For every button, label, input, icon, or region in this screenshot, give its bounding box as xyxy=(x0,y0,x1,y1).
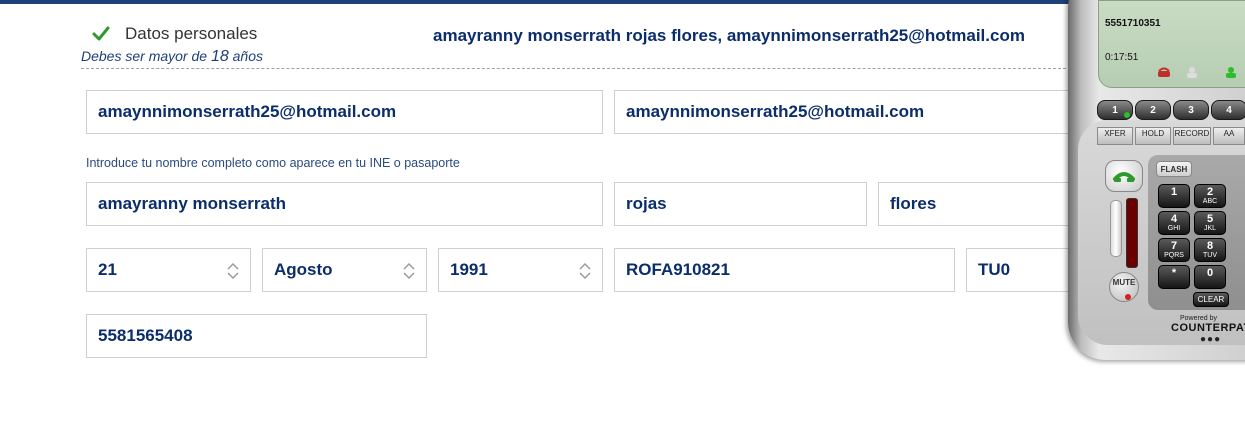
first-name-value: amayranny monserrath xyxy=(98,194,287,213)
line-button-label: 3 xyxy=(1188,104,1194,116)
top-bar xyxy=(0,0,1245,4)
section-header: Datos personales xyxy=(92,24,257,44)
select-arrows-icon xyxy=(403,262,415,280)
key-digit: 8 xyxy=(1206,240,1214,252)
select-arrows-icon xyxy=(227,262,239,280)
xfer-button[interactable]: XFER xyxy=(1097,127,1133,145)
softphone-number: 5551710351 xyxy=(1105,18,1161,29)
line-button-label: 1 xyxy=(1112,104,1118,116)
first-name-field[interactable]: amayranny monserrath xyxy=(86,182,603,226)
key-letters: TUV xyxy=(1203,252,1217,259)
birth-year-select[interactable]: 1991 xyxy=(438,248,603,292)
key-digit: 5 xyxy=(1206,213,1214,225)
homoclave-value: TU0 xyxy=(978,260,1011,279)
user-icon[interactable] xyxy=(1185,66,1199,78)
softphone-timer: 0:17:51 xyxy=(1105,52,1139,63)
key-letters: JKL xyxy=(1203,225,1217,232)
line-button-3[interactable]: 3 xyxy=(1173,100,1209,120)
email-confirm-value: amaynnimonserrath25@hotmail.com xyxy=(626,102,925,121)
key-digit: 1 xyxy=(1170,186,1178,198)
line-1-led xyxy=(1124,112,1130,118)
key-digit: 0 xyxy=(1206,267,1214,279)
key-digit: 4 xyxy=(1170,213,1178,225)
record-button[interactable]: RECORD xyxy=(1173,127,1211,145)
mute-button[interactable]: MUTE xyxy=(1109,272,1139,302)
softphone-screen xyxy=(1098,0,1245,88)
email-confirm-field[interactable]: amaynnimonserrath25@hotmail.com xyxy=(614,90,1074,134)
last-name-2-value: flores xyxy=(890,194,937,213)
call-icon xyxy=(1113,172,1135,182)
key-digit: 2 xyxy=(1206,186,1214,198)
checkmark-icon xyxy=(92,26,110,41)
key-letters: GHI xyxy=(1167,225,1181,232)
age-note-prefix: Debes ser mayor de xyxy=(81,48,208,64)
xfer-label: XFER xyxy=(1104,129,1126,138)
section-title: Datos personales xyxy=(125,24,258,43)
brand-logo: COUNTERPATH xyxy=(1171,322,1245,334)
age-note-number: 18 xyxy=(210,48,229,65)
last-name-2-field[interactable]: flores xyxy=(878,182,1078,226)
email-value: amaynnimonserrath25@hotmail.com xyxy=(98,102,397,121)
rfc-field[interactable]: ROFA910821 xyxy=(614,248,955,292)
flash-button[interactable]: FLASH xyxy=(1156,161,1192,177)
email-field[interactable]: amaynnimonserrath25@hotmail.com xyxy=(86,90,603,134)
birth-day-value: 21 xyxy=(98,260,117,279)
key-0[interactable]: 0 xyxy=(1194,265,1226,289)
flash-label: FLASH xyxy=(1160,164,1188,174)
phone-value: 5581565408 xyxy=(98,326,193,345)
line-button-2[interactable]: 2 xyxy=(1135,100,1171,120)
age-note-suffix: años xyxy=(232,48,263,64)
last-name-1-field[interactable]: rojas xyxy=(614,182,867,226)
line-button-4[interactable]: 4 xyxy=(1211,100,1245,120)
select-arrows-icon xyxy=(579,262,591,280)
mic-volume-slider[interactable] xyxy=(1110,200,1122,257)
clear-button[interactable]: CLEAR xyxy=(1193,292,1229,307)
key-1[interactable]: 1 xyxy=(1158,184,1190,208)
rfc-value: ROFA910821 xyxy=(626,260,730,279)
birth-month-select[interactable]: Agosto xyxy=(262,248,427,292)
birth-year-value: 1991 xyxy=(450,260,488,279)
key-digit: * xyxy=(1171,267,1177,279)
key-7[interactable]: 7 PQRS xyxy=(1158,238,1190,262)
birth-month-value: Agosto xyxy=(274,260,333,279)
aa-button[interactable]: AA xyxy=(1213,127,1245,145)
key-star[interactable]: * xyxy=(1158,265,1190,289)
record-label: RECORD xyxy=(1174,129,1210,138)
volume-meter xyxy=(1126,198,1138,268)
mute-led xyxy=(1125,294,1131,300)
hold-button[interactable]: HOLD xyxy=(1135,127,1171,145)
hold-label: HOLD xyxy=(1141,129,1165,138)
call-button[interactable] xyxy=(1105,160,1143,192)
key-digit: 7 xyxy=(1170,240,1178,252)
powered-by-label: Powered by xyxy=(1180,315,1217,322)
homoclave-field[interactable]: TU0 xyxy=(966,248,1078,292)
personal-data-summary: amayranny monserrath rojas flores, amayn… xyxy=(433,26,1025,45)
key-2[interactable]: 2 ABC xyxy=(1194,184,1226,208)
key-5[interactable]: 5 JKL xyxy=(1194,211,1226,235)
line-button-label: 4 xyxy=(1226,104,1232,116)
key-8[interactable]: 8 TUV xyxy=(1194,238,1226,262)
last-name-1-value: rojas xyxy=(626,194,667,213)
aa-label: AA xyxy=(1223,129,1235,138)
key-4[interactable]: 4 GHI xyxy=(1158,211,1190,235)
section-divider xyxy=(81,68,1081,69)
clear-label: CLEAR xyxy=(1197,295,1225,304)
key-letters: PQRS xyxy=(1164,252,1184,259)
phone-field[interactable]: 5581565408 xyxy=(86,314,427,358)
birth-day-select[interactable]: 21 xyxy=(86,248,251,292)
line-button-label: 2 xyxy=(1150,104,1156,116)
name-help-text: Introduce tu nombre completo como aparec… xyxy=(86,156,460,170)
age-requirement-note: Debes ser mayor de 18 años xyxy=(81,48,263,66)
phone-handset-icon[interactable] xyxy=(1157,66,1171,78)
mute-label: MUTE xyxy=(1112,278,1136,287)
brand-dots: ●●● xyxy=(1200,334,1222,345)
add-contact-icon[interactable] xyxy=(1225,66,1239,78)
key-letters: ABC xyxy=(1202,198,1218,205)
